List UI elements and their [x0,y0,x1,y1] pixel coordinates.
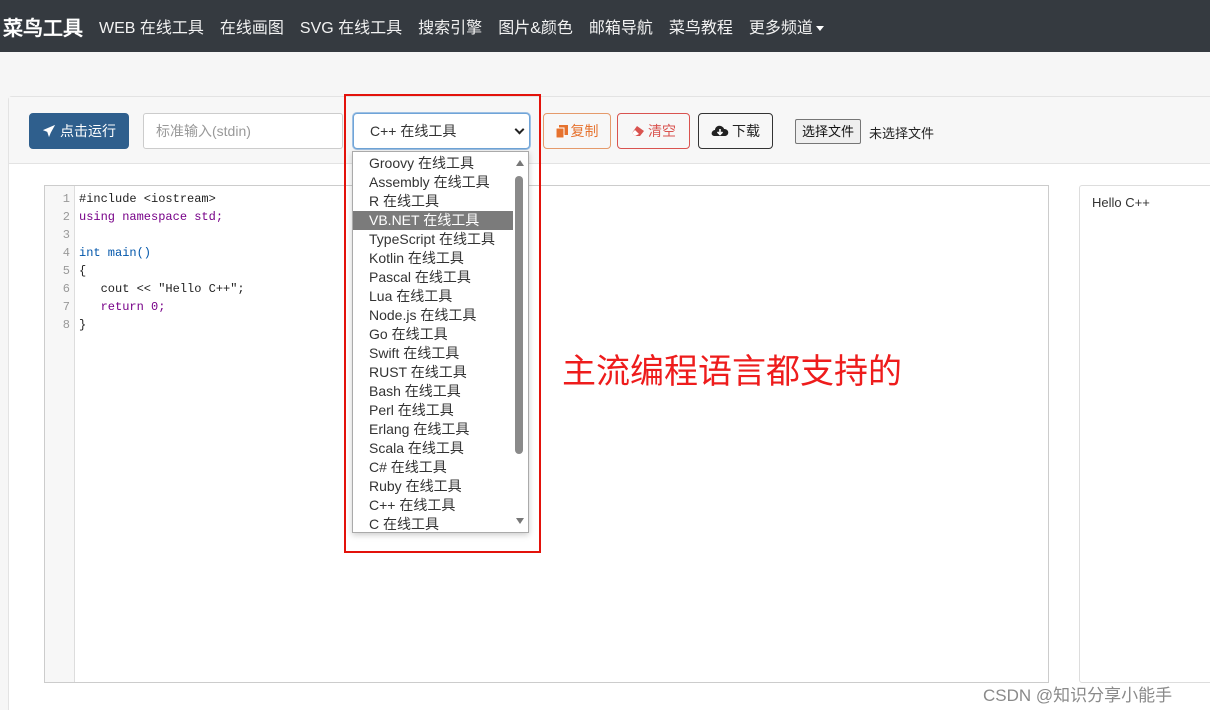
language-option[interactable]: Lua 在线工具 [353,287,513,306]
language-option[interactable]: Swift 在线工具 [353,344,513,363]
file-status-text: 未选择文件 [869,126,935,141]
top-navbar: 菜鸟工具 WEB 在线工具 在线画图 SVG 在线工具 搜索引擎 图片&颜色 邮… [0,0,1210,52]
code-line: { [79,264,87,278]
nav-link-svg-tools[interactable]: SVG 在线工具 [300,14,402,38]
language-option-highlighted[interactable]: VB.NET 在线工具 [353,211,513,230]
language-option[interactable]: Assembly 在线工具 [353,173,513,192]
more-channels-label: 更多频道 [748,20,813,37]
line-number: 4 [62,246,70,260]
language-option[interactable]: C++ 在线工具 [353,496,513,515]
annotation-text: 主流编程语言都支持的 [562,352,902,392]
language-select-value: C++ 在线工具 [370,123,457,139]
language-option[interactable]: Node.js 在线工具 [353,306,513,325]
language-option[interactable]: Kotlin 在线工具 [353,249,513,268]
code-line: using namespace std; [79,210,224,224]
scrollbar-thumb[interactable] [515,176,523,454]
language-option[interactable]: Bash 在线工具 [353,382,513,401]
line-number: 6 [62,282,70,296]
clear-button[interactable]: 清空 [617,113,690,149]
language-select[interactable]: C++ 在线工具 [353,113,530,149]
nav-link-drawing[interactable]: 在线画图 [220,14,284,38]
paper-plane-icon [42,124,56,138]
download-button[interactable]: 下载 [698,113,773,149]
language-option[interactable]: R 在线工具 [353,192,513,211]
line-number: 8 [62,318,70,332]
copy-icon [555,124,568,138]
brand-logo[interactable]: 菜鸟工具 [3,12,83,41]
download-button-label: 下载 [732,123,760,139]
language-option[interactable]: Scala 在线工具 [353,439,513,458]
language-option[interactable]: Erlang 在线工具 [353,420,513,439]
stdin-input[interactable]: 标准输入(stdin) [143,113,343,149]
run-button-label: 点击运行 [60,123,116,139]
language-dropdown-list[interactable]: Groovy 在线工具 Assembly 在线工具 R 在线工具 VB.NET … [352,151,529,533]
nav-link-web-tools[interactable]: WEB 在线工具 [99,14,204,38]
line-number: 7 [62,300,70,314]
language-option[interactable]: Groovy 在线工具 [353,154,513,173]
language-option[interactable]: C# 在线工具 [353,458,513,477]
cloud-download-icon [711,125,729,136]
caret-down-icon [815,26,824,32]
nav-link-tutorials[interactable]: 菜鸟教程 [669,14,733,38]
line-number-gutter [45,186,75,682]
output-panel: Hello C++ [1079,185,1210,683]
scroll-up-arrow-icon[interactable] [516,160,524,166]
language-option[interactable]: C 在线工具 [353,515,513,534]
code-line: #include <iostream> [79,192,216,206]
line-number: 2 [62,210,70,224]
copy-button[interactable]: 复制 [543,113,611,149]
language-option[interactable]: RUST 在线工具 [353,363,513,382]
scroll-down-arrow-icon[interactable] [516,518,524,524]
code-line: cout << "Hello C++"; [79,282,245,296]
language-option[interactable]: Ruby 在线工具 [353,477,513,496]
code-line: int main() [79,246,152,260]
nav-link-more-channels[interactable]: 更多频道 [749,14,824,38]
language-option[interactable]: Go 在线工具 [353,325,513,344]
language-option[interactable]: TypeScript 在线工具 [353,230,513,249]
code-line: } [79,318,87,332]
line-number: 1 [62,192,70,206]
dropdown-scrollbar[interactable] [514,152,526,532]
code-line: return 0; [79,300,166,314]
copy-button-label: 复制 [570,123,599,139]
code-editor[interactable]: 1 2 3 4 5 6 7 8 #include <iostream> usin… [44,185,1049,683]
toolbar: 点击运行 标准输入(stdin) C++ 在线工具 复制 清空 下载 选择文件 … [9,97,1210,164]
editor-card: 点击运行 标准输入(stdin) C++ 在线工具 复制 清空 下载 选择文件 … [8,96,1210,710]
output-text: Hello C++ [1092,195,1150,210]
nav-link-search-engines[interactable]: 搜索引擎 [418,14,482,38]
clear-button-label: 清空 [648,123,676,139]
watermark: CSDN @知识分享小能手 [983,686,1173,705]
line-number: 3 [62,228,70,242]
eraser-icon [632,126,644,136]
language-option[interactable]: Pascal 在线工具 [353,268,513,287]
language-option[interactable]: Perl 在线工具 [353,401,513,420]
nav-link-images-colors[interactable]: 图片&颜色 [498,14,573,38]
chevron-down-icon [514,124,525,135]
choose-file-button[interactable]: 选择文件 [795,119,862,144]
line-number: 5 [62,264,70,278]
nav-link-mail-nav[interactable]: 邮箱导航 [589,14,653,38]
run-button[interactable]: 点击运行 [29,113,129,149]
